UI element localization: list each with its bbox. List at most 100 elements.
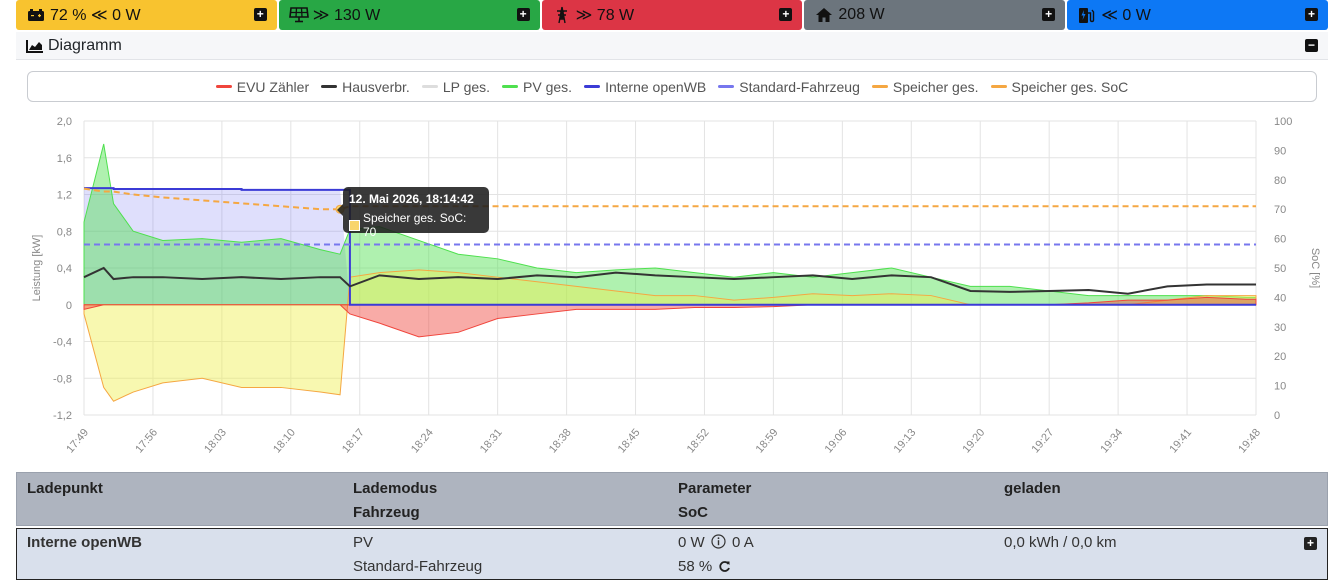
- y-axis-title: Leistung [kW]: [31, 235, 43, 302]
- charge-value: ≪ 0 W: [1101, 7, 1151, 24]
- legend-item[interactable]: Standard-Fahrzeug: [718, 79, 860, 95]
- x-tick-label: 17:49: [64, 427, 91, 456]
- pv-value: ≫ 130 W: [312, 7, 381, 24]
- charge-parameters: 0 W 0 A: [678, 534, 754, 553]
- chart-area[interactable]: 2,0 1,6 1,2 0,8 0,4 0 -0,4 -0,8 -1,2 100 90 80 70 60 5…: [16, 104, 1328, 470]
- legend-label: Hausverbr.: [342, 78, 410, 95]
- header-ladepunkt: Ladepunkt: [27, 480, 103, 497]
- y2-tick-label: 60: [1274, 234, 1286, 246]
- header-fahrzeug: Fahrzeug: [353, 504, 420, 521]
- house-icon: [814, 7, 834, 23]
- solar-panel-icon: [288, 7, 309, 23]
- x-tick-label: 17:56: [133, 427, 160, 456]
- y-tick-label: 1,2: [57, 190, 72, 202]
- legend-swatch: [718, 85, 735, 88]
- legend-label: PV ges.: [523, 78, 573, 95]
- y-tick-label: -0,4: [53, 337, 72, 349]
- y-tick-label: 0,8: [57, 226, 72, 238]
- legend-item[interactable]: EVU Zähler: [215, 78, 310, 95]
- vehicle-soc: 58 %: [678, 558, 713, 575]
- chart-tooltip: 12. Mai 2026, 18:14:42 Speicher ges. SoC…: [337, 187, 489, 239]
- legend-swatch: [321, 85, 338, 88]
- tooltip-title: 12. Mai 2026, 18:14:42: [349, 192, 474, 206]
- diagram-title: Diagramm: [48, 36, 122, 54]
- x-tick-label: 19:13: [892, 427, 919, 456]
- expand-icon[interactable]: +: [253, 8, 267, 21]
- charge-mode[interactable]: PV: [353, 534, 373, 551]
- expand-icon[interactable]: +: [779, 8, 793, 21]
- x-tick-label: 18:17: [340, 427, 367, 456]
- y-tick-label: 1,6: [57, 153, 72, 165]
- x-tick-label: 18:38: [547, 427, 574, 456]
- y2-tick-label: 90: [1274, 145, 1286, 157]
- y-tick-label: -0,8: [53, 373, 72, 385]
- refresh-icon[interactable]: [718, 560, 731, 577]
- legend-swatch: [502, 85, 519, 88]
- legend-item[interactable]: Speicher ges. SoC: [990, 79, 1128, 95]
- x-tick-label: 19:41: [1167, 427, 1194, 456]
- y2-tick-label: 30: [1274, 322, 1286, 334]
- chargepoint-name[interactable]: Interne openWB: [27, 534, 142, 551]
- house-value: 208 W: [838, 6, 885, 23]
- legend-label: LP ges.: [442, 78, 491, 95]
- charge-power: 0 W: [678, 534, 705, 551]
- expand-icon[interactable]: +: [1304, 537, 1317, 550]
- chargepoint-table-header: Ladepunkt Lademodus Fahrzeug Parameter S…: [16, 472, 1328, 526]
- house-tile[interactable]: 208 W +: [804, 0, 1066, 30]
- x-tick-label: 18:45: [616, 427, 643, 456]
- y-tick-label: 0: [66, 300, 72, 312]
- legend-label: EVU Zähler: [236, 78, 310, 95]
- y-tick-label: 0,4: [57, 263, 72, 275]
- legend-item[interactable]: Hausverbr.: [321, 79, 410, 95]
- legend-item[interactable]: PV ges.: [502, 79, 572, 95]
- legend-item[interactable]: Interne openWB: [584, 79, 706, 95]
- power-chart[interactable]: 2,0 1,6 1,2 0,8 0,4 0 -0,4 -0,8 -1,2 100 90 80 70 60 5…: [16, 104, 1328, 470]
- charge-current: 0 A: [732, 534, 754, 551]
- y2-tick-label: 80: [1274, 175, 1286, 187]
- pv-tile[interactable]: ≫ 130 W +: [278, 0, 540, 30]
- expand-icon[interactable]: +: [516, 8, 530, 21]
- status-tiles: 72 % ≪ 0 W + ≫ 130 W + ≫ 78 W + 208 W + …: [16, 0, 1328, 30]
- y2-tick-label: 70: [1274, 204, 1286, 216]
- diagram-header[interactable]: Diagramm −: [16, 32, 1328, 60]
- x-tick-label: 19:20: [960, 427, 987, 456]
- x-tick-label: 18:10: [271, 427, 298, 456]
- x-tick-label: 19:48: [1236, 427, 1263, 456]
- y-tick-label: -1,2: [53, 410, 72, 422]
- y2-tick-label: 100: [1274, 116, 1292, 128]
- legend-swatch: [215, 85, 232, 88]
- area-chart-icon: [26, 39, 44, 53]
- legend-swatch: [990, 85, 1007, 88]
- header-geladen: geladen: [1004, 480, 1061, 497]
- y2-axis-title: SoC [%]: [1309, 248, 1321, 288]
- x-tick-label: 18:24: [409, 427, 436, 456]
- battery-tile[interactable]: 72 % ≪ 0 W +: [16, 0, 277, 30]
- y2-tick-label: 50: [1274, 263, 1286, 275]
- x-tick-label: 18:52: [685, 427, 712, 456]
- expand-icon[interactable]: +: [1304, 8, 1318, 21]
- collapse-icon[interactable]: −: [1305, 39, 1318, 52]
- grid-value: ≫ 78 W: [575, 7, 635, 24]
- tooltip-swatch: [349, 219, 360, 231]
- vehicle-name[interactable]: Standard-Fahrzeug: [353, 558, 482, 575]
- legend-item[interactable]: LP ges.: [421, 78, 491, 95]
- expand-icon[interactable]: +: [1042, 8, 1056, 21]
- charged-energy: 0,0 kWh / 0,0 km: [1004, 534, 1117, 551]
- grid-tile[interactable]: ≫ 78 W +: [541, 0, 803, 30]
- y2-tick-label: 40: [1274, 292, 1286, 304]
- legend-label: Speicher ges.: [892, 78, 979, 95]
- chart-legend: EVU Zähler Hausverbr. LP ges. PV ges. Intern…: [27, 71, 1317, 102]
- legend-swatch: [871, 85, 888, 88]
- y2-tick-label: 0: [1274, 410, 1280, 422]
- chargepoint-row[interactable]: Interne openWB PV Standard-Fahrzeug 0 W …: [16, 528, 1328, 580]
- y2-tick-label: 20: [1274, 351, 1286, 363]
- legend-item[interactable]: Speicher ges.: [871, 78, 979, 95]
- x-tick-label: 18:59: [754, 427, 781, 456]
- y-tick-label: 2,0: [57, 116, 72, 128]
- x-tick-label: 19:34: [1098, 427, 1125, 456]
- legend-label: Interne openWB: [605, 78, 707, 95]
- vehicle-soc-cell: 58 %: [678, 558, 733, 577]
- legend-swatch: [421, 85, 438, 88]
- info-icon[interactable]: [711, 534, 726, 553]
- charge-tile[interactable]: ≪ 0 W +: [1067, 0, 1328, 30]
